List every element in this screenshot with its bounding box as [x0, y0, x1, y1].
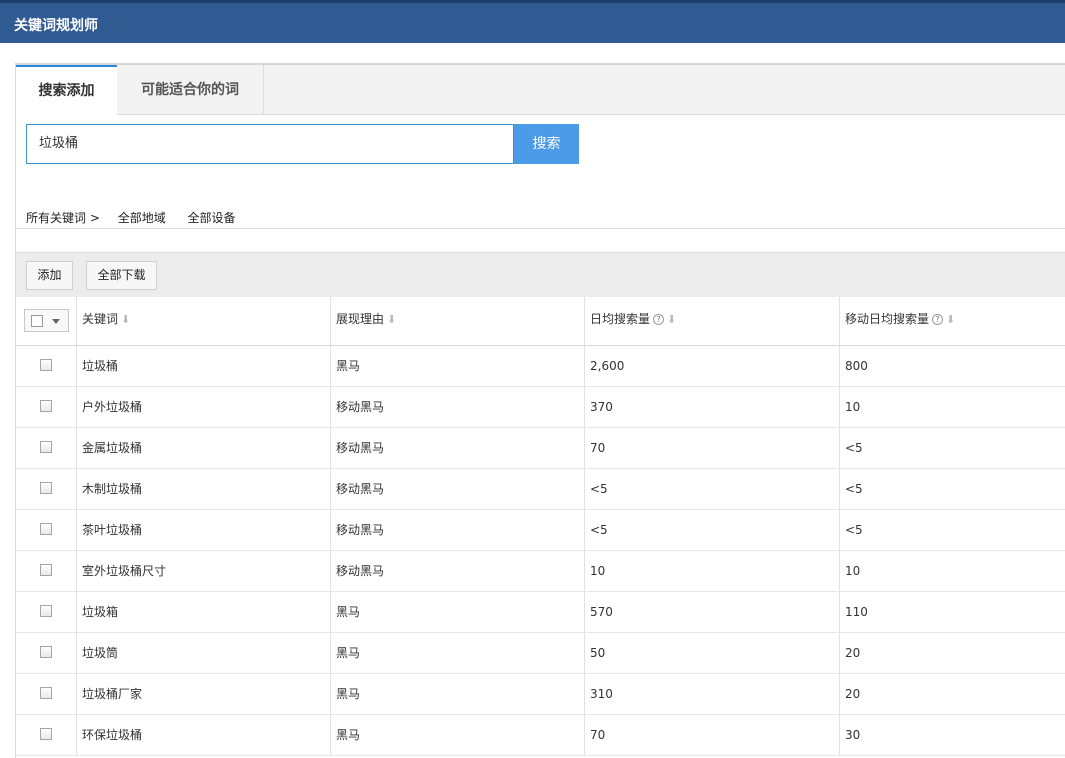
download-all-button[interactable]: 全部下载 [86, 261, 157, 290]
row-checkbox[interactable] [40, 400, 52, 412]
select-all-checkbox[interactable] [31, 315, 43, 327]
arrow-down-icon[interactable]: ⬇︎ [946, 313, 955, 326]
mobile-search-cell: 20 [839, 633, 1065, 673]
daily-search-cell: 310 [584, 674, 839, 714]
mobile-search-cell: 10 [839, 551, 1065, 591]
search-input[interactable]: 垃圾桶 [26, 124, 514, 164]
column-header-daily-search[interactable]: 日均搜索量? ⬇︎ [584, 297, 839, 345]
reason-cell: 黑马 [330, 633, 584, 673]
keyword-cell: 垃圾桶 [76, 346, 330, 386]
tab-search-add[interactable]: 搜索添加 [16, 65, 117, 116]
mobile-search-cell: <5 [839, 428, 1065, 468]
table-row[interactable]: 室外垃圾桶尺寸 移动黑马 10 10 [16, 551, 1065, 592]
column-label: 移动日均搜索量 [845, 312, 930, 326]
mobile-search-cell: 30 [839, 715, 1065, 755]
reason-cell: 移动黑马 [330, 387, 584, 427]
daily-search-cell: 50 [584, 633, 839, 673]
arrow-down-icon[interactable]: ⬇︎ [387, 313, 396, 326]
row-checkbox[interactable] [40, 564, 52, 576]
table-row[interactable]: 垃圾桶厂家 黑马 310 20 [16, 674, 1065, 715]
add-button[interactable]: 添加 [26, 261, 73, 290]
row-checkbox[interactable] [40, 687, 52, 699]
mobile-search-cell: <5 [839, 510, 1065, 550]
row-checkbox[interactable] [40, 482, 52, 494]
keyword-cell: 室外垃圾桶尺寸 [76, 551, 330, 591]
column-label: 关键词 [82, 312, 119, 326]
table-row[interactable]: 茶叶垃圾桶 移动黑马 <5 <5 [16, 510, 1065, 551]
keyword-cell: 垃圾箱 [76, 592, 330, 632]
daily-search-cell: 70 [584, 715, 839, 755]
daily-search-cell: 70 [584, 428, 839, 468]
keyword-cell: 垃圾筒 [76, 633, 330, 673]
search-button[interactable]: 搜索 [514, 124, 579, 164]
app-title: 关键词规划师 [14, 18, 98, 34]
table-row[interactable]: 木制垃圾桶 移动黑马 <5 <5 [16, 469, 1065, 510]
region-filter[interactable]: 全部地域 [118, 211, 166, 225]
daily-search-cell: 2,600 [584, 346, 839, 386]
tab-bar: 搜索添加 可能适合你的词 [16, 65, 1065, 116]
column-label: 日均搜索量 [590, 312, 651, 326]
daily-search-cell: 370 [584, 387, 839, 427]
keyword-cell: 茶叶垃圾桶 [76, 510, 330, 550]
daily-search-cell: <5 [584, 469, 839, 509]
mobile-search-cell: 110 [839, 592, 1065, 632]
keyword-cell: 木制垃圾桶 [76, 469, 330, 509]
row-checkbox[interactable] [40, 359, 52, 371]
mobile-search-cell: 10 [839, 387, 1065, 427]
keyword-cell: 环保垃圾桶 [76, 715, 330, 755]
select-all-dropdown[interactable] [24, 309, 69, 332]
keyword-cell: 金属垃圾桶 [76, 428, 330, 468]
table-row[interactable]: 金属垃圾桶 移动黑马 70 <5 [16, 428, 1065, 469]
table-row[interactable]: 环保垃圾桶 黑马 70 30 [16, 715, 1065, 756]
arrow-down-icon[interactable]: ⬇︎ [121, 313, 130, 326]
row-checkbox[interactable] [40, 441, 52, 453]
column-label: 展现理由 [336, 312, 385, 326]
column-header-mobile-daily-search[interactable]: 移动日均搜索量? ⬇︎ [839, 297, 1065, 345]
filter-bar: 所有关键词 > 全部地域 全部设备 [26, 209, 254, 225]
tab-suggested-words[interactable]: 可能适合你的词 [117, 65, 264, 115]
table-row[interactable]: 户外垃圾桶 移动黑马 370 10 [16, 387, 1065, 428]
daily-search-cell: 570 [584, 592, 839, 632]
help-icon[interactable]: ? [932, 314, 944, 325]
reason-cell: 移动黑马 [330, 469, 584, 509]
mobile-search-cell: 20 [839, 674, 1065, 714]
keyword-cell: 垃圾桶厂家 [76, 674, 330, 714]
reason-cell: 移动黑马 [330, 428, 584, 468]
mobile-search-cell: <5 [839, 469, 1065, 509]
table-row[interactable]: 垃圾桶 黑马 2,600 800 [16, 346, 1065, 387]
mobile-search-cell: 800 [839, 346, 1065, 386]
divider [16, 228, 1065, 229]
daily-search-cell: 10 [584, 551, 839, 591]
column-header-keyword[interactable]: 关键词 ⬇︎ [76, 297, 330, 345]
reason-cell: 黑马 [330, 715, 584, 755]
app-header: 关键词规划师 [0, 0, 1065, 43]
device-filter[interactable]: 全部设备 [188, 211, 236, 225]
table-toolbar: 添加 全部下载 [16, 252, 1065, 297]
reason-cell: 黑马 [330, 592, 584, 632]
row-checkbox[interactable] [40, 523, 52, 535]
keyword-planner-panel: 搜索添加 可能适合你的词 垃圾桶 搜索 所有关键词 > 全部地域 全部设备 添加… [15, 63, 1065, 758]
reason-cell: 移动黑马 [330, 551, 584, 591]
reason-cell: 黑马 [330, 346, 584, 386]
column-header-reason[interactable]: 展现理由 ⬇︎ [330, 297, 584, 345]
table-row[interactable]: 垃圾箱 黑马 570 110 [16, 592, 1065, 633]
reason-cell: 黑马 [330, 674, 584, 714]
arrow-down-icon[interactable]: ⬇︎ [667, 313, 676, 326]
reason-cell: 移动黑马 [330, 510, 584, 550]
daily-search-cell: <5 [584, 510, 839, 550]
caret-down-icon[interactable] [52, 319, 60, 324]
table-row[interactable]: 垃圾筒 黑马 50 20 [16, 633, 1065, 674]
breadcrumb-all-keywords[interactable]: 所有关键词 > [26, 211, 100, 225]
row-checkbox[interactable] [40, 605, 52, 617]
keyword-cell: 户外垃圾桶 [76, 387, 330, 427]
help-icon[interactable]: ? [653, 314, 665, 325]
row-checkbox[interactable] [40, 646, 52, 658]
row-checkbox[interactable] [40, 728, 52, 740]
table-header: 关键词 ⬇︎ 展现理由 ⬇︎ 日均搜索量? ⬇︎ 移动日均搜索量? ⬇︎ [16, 297, 1065, 346]
